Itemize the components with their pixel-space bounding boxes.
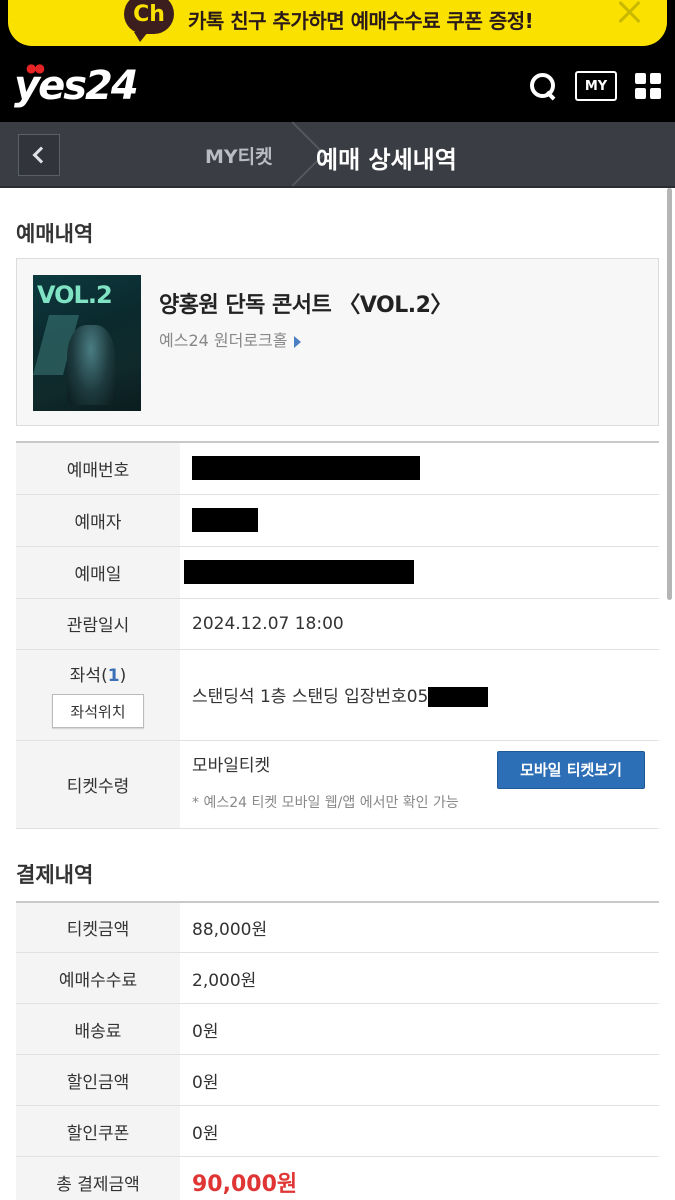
booking-date-label: 예매일 bbox=[16, 546, 180, 599]
table-row: 할인금액 0원 bbox=[16, 1054, 659, 1106]
kakao-channel-icon: Ch bbox=[124, 0, 174, 42]
ticket-note: * 예스24 티켓 모바일 웹/앱 에서만 확인 가능 bbox=[192, 794, 459, 811]
seat-location-button[interactable]: 좌석위치 bbox=[52, 694, 144, 728]
booker-value bbox=[180, 494, 659, 547]
redacted-block bbox=[192, 456, 420, 481]
header-icons: MY bbox=[529, 71, 661, 101]
poster-figure bbox=[67, 325, 115, 405]
redacted-block bbox=[184, 560, 414, 584]
table-row: 예매일 bbox=[16, 546, 659, 599]
menu-grid-icon[interactable] bbox=[635, 73, 661, 99]
back-button[interactable] bbox=[18, 134, 60, 176]
table-row: 티켓금액 88,000원 bbox=[16, 901, 659, 953]
table-row: 총 결제금액 90,000원 bbox=[16, 1156, 659, 1200]
booking-info-table: 예매번호 예매자 예매일 관람일시 2024.12.07 18:00 좌석(1)… bbox=[16, 441, 659, 829]
search-icon[interactable] bbox=[529, 72, 557, 100]
seat-label-text: 좌석( bbox=[69, 666, 108, 686]
payment-value: 0원 bbox=[180, 1054, 659, 1106]
payment-value: 88,000원 bbox=[180, 901, 659, 953]
event-title[interactable]: 양홍원 단독 콘서트 〈VOL.2〉 bbox=[159, 287, 452, 319]
redacted-block bbox=[192, 508, 258, 532]
table-row: 좌석(1) 좌석위치 스탠딩석 1층 스탠딩 입장번호05 bbox=[16, 649, 659, 741]
venue-label: 예스24 원더로크홀 bbox=[159, 331, 288, 350]
event-card: VOL.2 양홍원 단독 콘서트 〈VOL.2〉 예스24 원더로크홀 bbox=[16, 258, 659, 426]
table-row: 할인쿠폰 0원 bbox=[16, 1105, 659, 1157]
payment-label: 티켓금액 bbox=[16, 901, 180, 953]
table-row: 관람일시 2024.12.07 18:00 bbox=[16, 598, 659, 650]
total-amount: 90,000원 bbox=[192, 1172, 298, 1197]
event-venue-link[interactable]: 예스24 원더로크홀 bbox=[159, 327, 301, 351]
main-content: 예매내역 VOL.2 양홍원 단독 콘서트 〈VOL.2〉 예스24 원더로크홀… bbox=[0, 188, 675, 1200]
poster-title: VOL.2 bbox=[37, 281, 113, 309]
booking-section-title: 예매내역 bbox=[16, 222, 94, 246]
table-row: 티켓수령 모바일티켓 모바일 티켓보기 * 예스24 티켓 모바일 웹/앱 에서… bbox=[16, 740, 659, 829]
banner-text: 카톡 친구 추가하면 예매수수료 쿠폰 증정! bbox=[188, 8, 534, 33]
page-title: 예매 상세내역 bbox=[316, 146, 457, 174]
showtime-label: 관람일시 bbox=[16, 598, 180, 650]
payment-value: 0원 bbox=[180, 1003, 659, 1055]
close-icon[interactable] bbox=[617, 0, 641, 24]
booking-number-label: 예매번호 bbox=[16, 442, 180, 495]
seat-label-end: ) bbox=[119, 666, 127, 686]
payment-table: 티켓금액 88,000원 예매수수료 2,000원 배송료 0원 할인금액 0원… bbox=[16, 900, 659, 1200]
chevron-left-icon bbox=[32, 146, 50, 164]
play-arrow-icon bbox=[293, 335, 301, 348]
site-header: ●● yes24 MY bbox=[0, 50, 675, 122]
booking-date-value bbox=[180, 546, 659, 599]
table-row: 배송료 0원 bbox=[16, 1003, 659, 1055]
payment-section-title: 결제내역 bbox=[16, 862, 94, 887]
table-row: 예매자 bbox=[16, 494, 659, 547]
mobile-ticket-button[interactable]: 모바일 티켓보기 bbox=[497, 750, 645, 789]
yes24-logo[interactable]: ●● yes24 bbox=[14, 61, 139, 109]
seat-value-text: 스탠딩석 1층 스탠딩 입장번호05 bbox=[192, 687, 429, 707]
total-payment-label: 총 결제금액 bbox=[16, 1156, 180, 1200]
table-row: 예매수수료 2,000원 bbox=[16, 952, 659, 1004]
payment-label: 할인쿠폰 bbox=[16, 1105, 180, 1157]
logo-dots-icon: ●● bbox=[26, 61, 45, 75]
scrollbar[interactable] bbox=[667, 188, 672, 600]
event-poster[interactable]: VOL.2 bbox=[33, 275, 141, 411]
payment-label: 예매수수료 bbox=[16, 952, 180, 1004]
booking-number-value bbox=[180, 442, 659, 495]
seat-value: 스탠딩석 1층 스탠딩 입장번호05 bbox=[180, 649, 659, 741]
payment-label: 배송료 bbox=[16, 1003, 180, 1055]
payment-value: 2,000원 bbox=[180, 952, 659, 1004]
booker-label: 예매자 bbox=[16, 494, 180, 547]
ticket-delivery-value: 모바일티켓 모바일 티켓보기 * 예스24 티켓 모바일 웹/앱 에서만 확인 … bbox=[180, 740, 659, 829]
my-ticket-icon[interactable]: MY bbox=[575, 71, 617, 101]
seat-label: 좌석(1) bbox=[70, 666, 126, 686]
redacted-block bbox=[428, 687, 489, 707]
kakao-friend-banner[interactable]: Ch 카톡 친구 추가하면 예매수수료 쿠폰 증정! bbox=[8, 0, 667, 46]
breadcrumb-separator-icon bbox=[284, 122, 304, 188]
ticket-delivery-label: 티켓수령 bbox=[16, 740, 180, 829]
kakao-banner-area: Ch 카톡 친구 추가하면 예매수수료 쿠폰 증정! bbox=[0, 0, 675, 50]
total-payment-value: 90,000원 bbox=[180, 1156, 659, 1200]
sub-navigation: MY티켓 예매 상세내역 bbox=[0, 122, 675, 188]
seat-header: 좌석(1) 좌석위치 bbox=[16, 649, 180, 741]
payment-value: 0원 bbox=[180, 1105, 659, 1157]
table-row: 예매번호 bbox=[16, 442, 659, 495]
seat-count: 1 bbox=[107, 666, 120, 686]
payment-label: 할인금액 bbox=[16, 1054, 180, 1106]
showtime-value: 2024.12.07 18:00 bbox=[180, 598, 659, 650]
